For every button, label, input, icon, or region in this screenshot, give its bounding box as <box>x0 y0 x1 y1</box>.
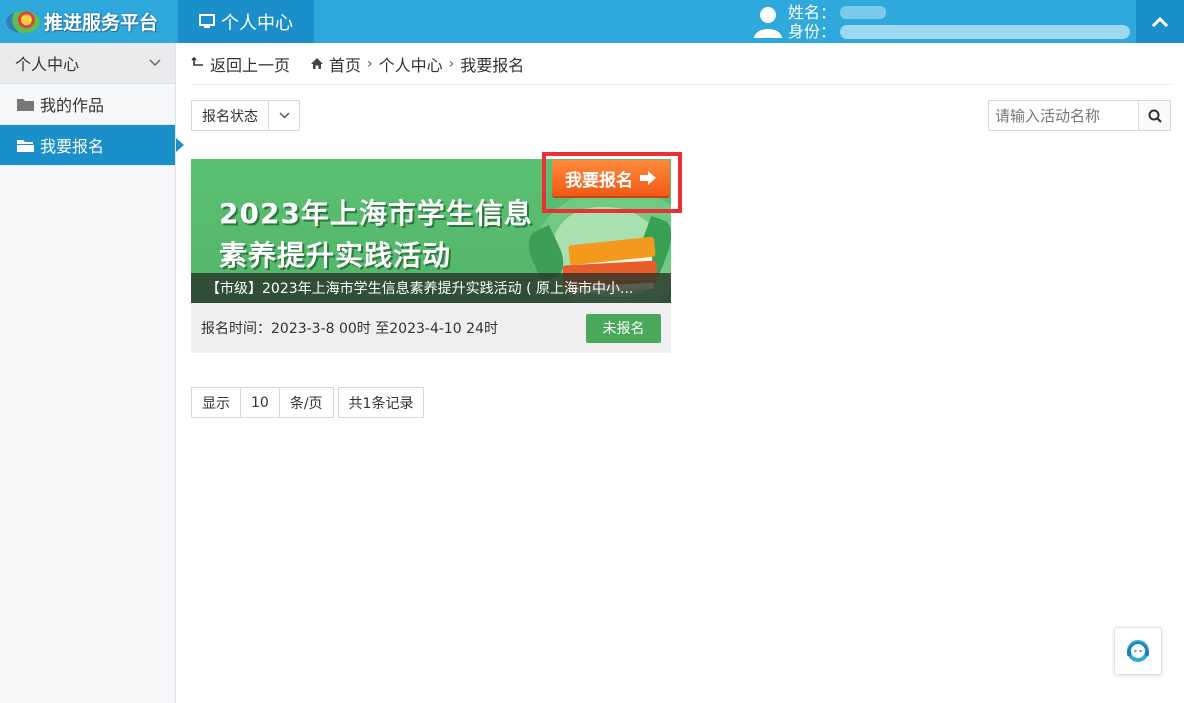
collapse-header-button[interactable] <box>1136 0 1184 43</box>
search-button[interactable] <box>1138 101 1170 130</box>
headset-icon <box>1127 640 1149 662</box>
tab-personal-center[interactable]: 个人中心 <box>178 0 314 43</box>
search-box <box>988 100 1171 131</box>
pager-unit-label: 条/页 <box>278 387 334 418</box>
tab-label: 个人中心 <box>221 12 293 34</box>
chevron-right-icon: › <box>367 55 373 72</box>
registration-time: 报名时间：2023-3-8 00时 至2023-4-10 24时 <box>201 321 498 337</box>
name-label: 姓名： <box>788 3 837 22</box>
sidebar-section-label: 个人中心 <box>15 55 80 74</box>
chevron-up-icon <box>1151 16 1169 27</box>
identity-label: 身份： <box>788 22 837 41</box>
status-badge[interactable]: 未报名 <box>586 313 661 343</box>
chevron-down-icon <box>149 59 161 67</box>
breadcrumb-current: 我要报名 <box>460 55 525 75</box>
sidebar: 个人中心 我的作品 我要报名 <box>0 43 184 703</box>
top-header: 推进服务平台 个人中心 姓名： 身份： <box>0 0 1184 43</box>
status-filter-select[interactable]: 报名状态 <box>191 100 300 131</box>
search-input[interactable] <box>989 101 1138 130</box>
card-footer: 报名时间：2023-3-8 00时 至2023-4-10 24时 未报名 <box>191 303 671 353</box>
brand[interactable]: 推进服务平台 <box>0 0 175 43</box>
activity-card[interactable]: 2023年上海市学生信息 素养提升实践活动 我要报名 【市级】2023年上海市学… <box>191 152 682 353</box>
sidebar-item-my-works[interactable]: 我的作品 <box>0 84 175 125</box>
breadcrumb-home[interactable]: 首页 <box>310 52 361 76</box>
breadcrumb: 返回上一页 首页 › 个人中心 › 我要报名 <box>191 43 1171 85</box>
return-arrow-icon <box>191 57 203 66</box>
main-content: 返回上一页 首页 › 个人中心 › 我要报名 报名状态 请输入活动名称 2023… <box>191 43 1171 418</box>
pagination: 显示 10 条/页 共1条记录 <box>191 387 425 418</box>
activity-title: 【市级】2023年上海市学生信息素养提升实践活动 ( 原上海市中小... <box>191 273 671 303</box>
chevron-down-icon <box>269 101 299 130</box>
search-icon <box>1148 109 1162 123</box>
sidebar-item-label: 我要报名 <box>40 137 105 156</box>
chevron-right-icon: › <box>448 55 455 72</box>
user-avatar-icon <box>754 7 782 38</box>
identity-value-redacted <box>840 24 1131 39</box>
back-link[interactable]: 返回上一页 <box>191 52 290 76</box>
register-now-button[interactable]: 我要报名 <box>552 160 670 196</box>
activity-banner[interactable]: 2023年上海市学生信息 素养提升实践活动 我要报名 【市级】2023年上海市学… <box>191 159 671 303</box>
monitor-icon <box>199 14 215 28</box>
sidebar-section-personal-center[interactable]: 个人中心 <box>0 43 175 84</box>
status-filter-label: 报名状态 <box>192 101 269 130</box>
page-size-select[interactable]: 10 <box>240 387 280 418</box>
brand-name: 推进服务平台 <box>44 12 159 34</box>
user-info[interactable]: 姓名： 身份： <box>752 2 1131 42</box>
banner-title: 2023年上海市学生信息 素养提升实践活动 <box>219 197 533 272</box>
pager-total: 共1条记录 <box>337 387 425 418</box>
name-value-redacted <box>840 6 887 19</box>
sidebar-item-register[interactable]: 我要报名 <box>0 125 184 166</box>
sidebar-item-label: 我的作品 <box>40 96 105 115</box>
folder-icon <box>17 98 34 111</box>
arrow-right-icon <box>640 171 656 185</box>
customer-support-button[interactable] <box>1114 627 1162 675</box>
breadcrumb-personal-center[interactable]: 个人中心 <box>379 52 443 76</box>
home-icon <box>311 58 324 69</box>
filter-row: 报名状态 <box>191 85 1171 159</box>
pager-show-label: 显示 <box>191 387 241 418</box>
folder-open-icon <box>17 139 34 152</box>
brand-logo-icon <box>4 7 42 37</box>
